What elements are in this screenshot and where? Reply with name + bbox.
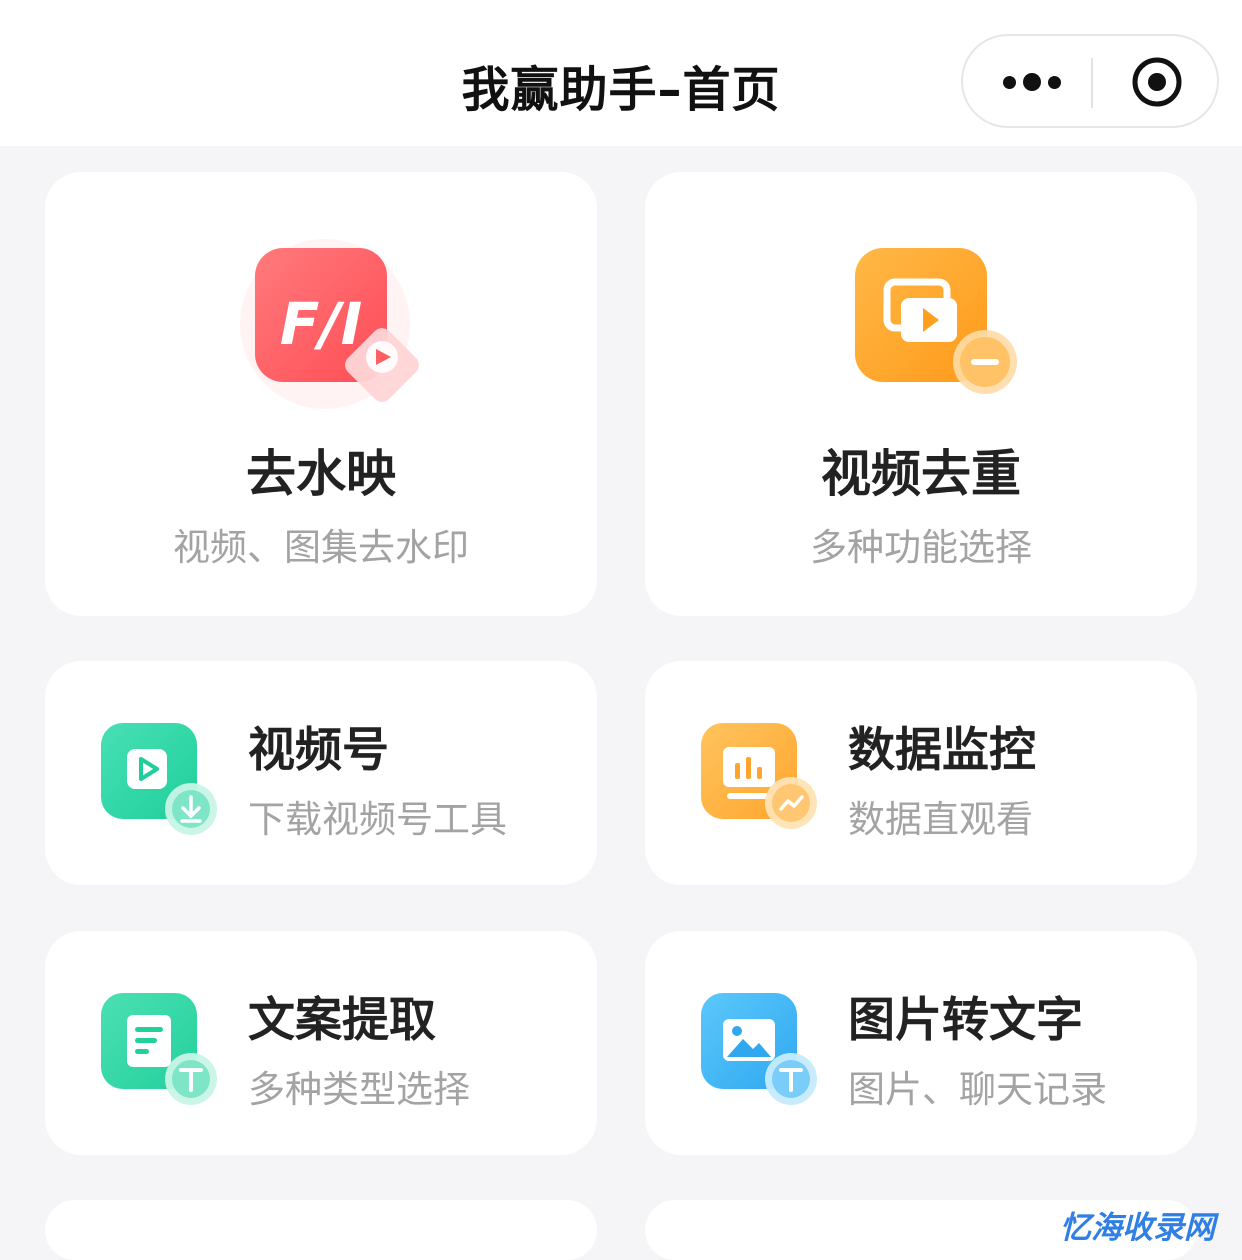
text-extract-icon xyxy=(97,989,227,1119)
capsule-divider xyxy=(1091,58,1093,108)
card-video-channel[interactable]: 视频号 下载视频号工具 xyxy=(45,661,597,885)
image-to-text-icon xyxy=(697,989,827,1119)
card-subtitle: 图片、聊天记录 xyxy=(848,1068,1107,1111)
card-video-dedupe[interactable]: 视频去重 多种功能选择 xyxy=(645,172,1197,616)
card-subtitle: 多种功能选择 xyxy=(810,526,1032,569)
target-close-icon[interactable] xyxy=(1131,56,1183,108)
nav-bar: 我赢助手–首页 xyxy=(0,0,1242,146)
card-subtitle: 视频、图集去水印 xyxy=(173,526,469,569)
card-subtitle: 多种类型选择 xyxy=(248,1068,470,1111)
card-data-monitor[interactable]: 数据监控 数据直观看 xyxy=(645,661,1197,885)
card-remove-watermark[interactable]: F/I 去水映 视频、图集去水印 xyxy=(45,172,597,616)
video-dedupe-icon xyxy=(845,244,1025,424)
video-download-icon xyxy=(97,719,227,849)
card-title: 图片转文字 xyxy=(848,993,1083,1048)
card-title: 数据监控 xyxy=(848,723,1036,778)
data-monitor-icon xyxy=(697,719,827,849)
more-dots-icon[interactable] xyxy=(1003,71,1061,93)
card-title: 去水映 xyxy=(246,445,396,503)
site-watermark: 忆海收录网 xyxy=(1060,1210,1215,1246)
watermark-remove-icon: F/I xyxy=(240,239,425,424)
card-image-to-text[interactable]: 图片转文字 图片、聊天记录 xyxy=(645,931,1197,1155)
svg-text:F/I: F/I xyxy=(280,290,362,358)
mini-program-capsule xyxy=(961,34,1219,128)
card-subtitle: 下载视频号工具 xyxy=(248,798,507,841)
card-subtitle: 数据直观看 xyxy=(848,798,1033,841)
card-partial-left[interactable] xyxy=(45,1200,597,1260)
card-title: 视频去重 xyxy=(821,445,1021,503)
card-title: 文案提取 xyxy=(248,993,436,1048)
card-title: 视频号 xyxy=(248,723,389,778)
card-text-extract[interactable]: 文案提取 多种类型选择 xyxy=(45,931,597,1155)
